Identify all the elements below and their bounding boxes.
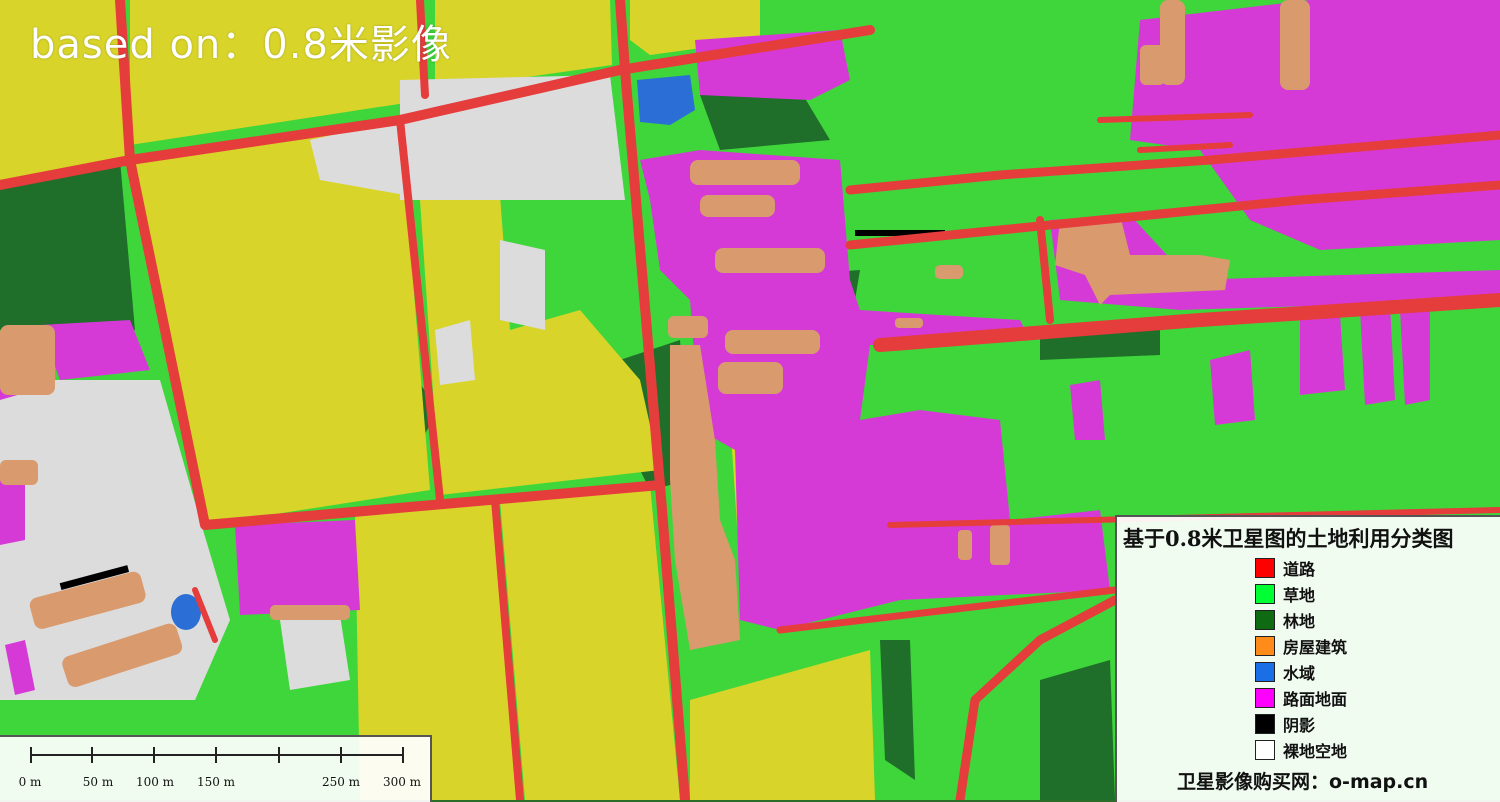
legend-swatch	[1255, 636, 1275, 656]
bare-land	[500, 240, 545, 330]
legend-label: 林地	[1283, 612, 1316, 631]
scale-tick	[340, 747, 342, 763]
building	[895, 318, 923, 328]
building	[270, 605, 350, 620]
pavement-area	[1070, 380, 1105, 440]
legend-label: 水域	[1283, 664, 1316, 683]
legend-item-pavement: 路面地面	[1255, 685, 1347, 711]
legend-label: 阴影	[1283, 716, 1316, 735]
legend-item-road: 道路	[1255, 555, 1347, 581]
scale-tick	[278, 747, 280, 763]
legend-swatch	[1255, 558, 1275, 578]
scale-tick	[402, 747, 404, 763]
scale-label: 300 m	[382, 775, 422, 789]
legend-label: 道路	[1283, 560, 1316, 579]
legend-label: 裸地空地	[1283, 742, 1348, 761]
legend-label: 房屋建筑	[1283, 638, 1348, 657]
legend-item-water: 水域	[1255, 659, 1347, 685]
scale-label: 100 m	[135, 775, 175, 789]
building	[725, 330, 820, 354]
scale-label: 50 m	[82, 775, 114, 789]
scale-tick	[215, 747, 217, 763]
source-image-caption: based on：0.8米影像	[30, 22, 452, 68]
building	[700, 195, 775, 217]
pavement-area	[1210, 350, 1255, 425]
pavement-area	[1300, 315, 1345, 395]
legend-title: 基于0.8米卫星图的土地利用分类图	[1123, 526, 1454, 551]
legend-swatch	[1255, 584, 1275, 604]
pavement-area	[1400, 305, 1430, 405]
legend-item-forest: 林地	[1255, 607, 1347, 633]
building	[668, 316, 708, 338]
forest-area	[1040, 660, 1115, 800]
building	[690, 160, 800, 185]
building	[0, 460, 38, 485]
scale-label: 150 m	[196, 775, 236, 789]
scale-tick	[153, 747, 155, 763]
scale-tick	[30, 747, 32, 763]
legend-swatch	[1255, 662, 1275, 682]
scale-label: 0 m	[18, 775, 42, 789]
scale-line	[30, 754, 404, 756]
pavement-area	[235, 520, 360, 615]
legend-item-shadow: 阴影	[1255, 711, 1347, 737]
building	[990, 525, 1010, 565]
legend-items: 道路 草地 林地 房屋建筑 水域 路面地面 阴影 裸地空地	[1255, 555, 1347, 763]
forest-area	[880, 640, 915, 780]
bare-land	[280, 615, 350, 690]
legend-label: 路面地面	[1283, 690, 1348, 709]
building	[0, 325, 55, 395]
legend-swatch	[1255, 740, 1275, 760]
scale-tick	[91, 747, 93, 763]
website-credit: 卫星影像购买网：o-map.cn	[1177, 771, 1429, 793]
legend-swatch	[1255, 610, 1275, 630]
legend-swatch	[1255, 688, 1275, 708]
pavement-area	[1360, 305, 1395, 405]
map-legend: 基于0.8米卫星图的土地利用分类图 道路 草地 林地 房屋建筑 水域 路面地面 …	[1115, 515, 1500, 802]
legend-item-building: 房屋建筑	[1255, 633, 1347, 659]
building	[715, 248, 825, 273]
scale-bar: 0 m 50 m 100 m 150 m 250 m 300 m	[0, 735, 432, 802]
legend-item-bare: 裸地空地	[1255, 737, 1347, 763]
bare-land	[435, 320, 475, 385]
legend-item-grass: 草地	[1255, 581, 1347, 607]
building	[935, 265, 963, 279]
building	[1140, 45, 1165, 85]
farmland-area	[500, 485, 680, 800]
legend-label: 草地	[1283, 586, 1316, 605]
building	[718, 362, 783, 394]
building	[958, 530, 972, 560]
scale-label: 250 m	[321, 775, 361, 789]
legend-swatch	[1255, 714, 1275, 734]
building	[1280, 0, 1310, 90]
